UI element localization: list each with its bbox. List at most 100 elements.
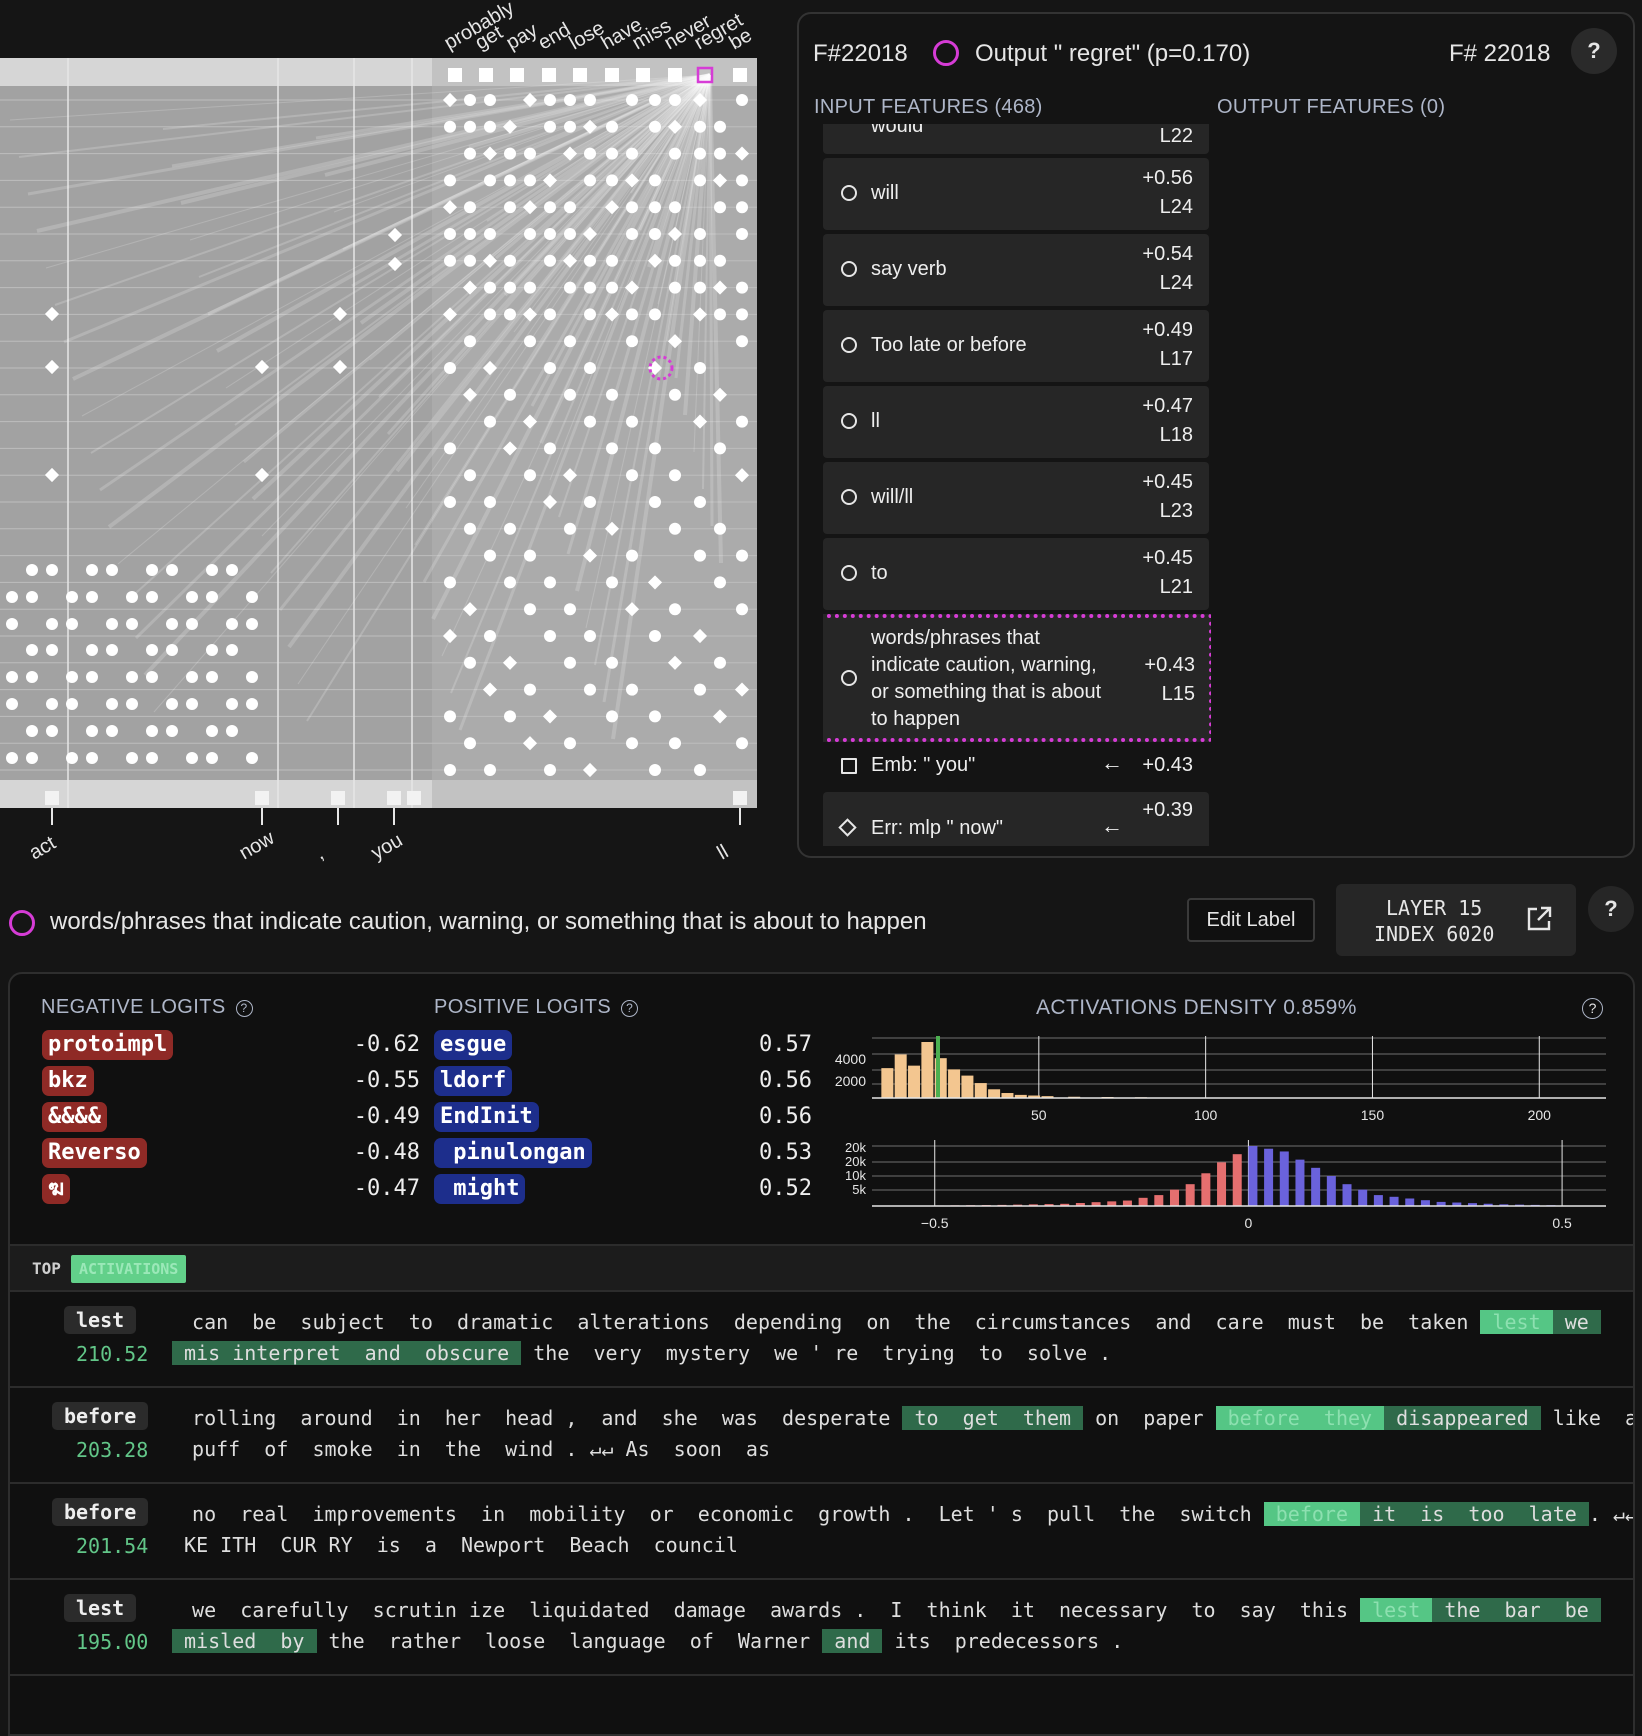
- feature-node: [166, 698, 178, 710]
- density-bar: [1217, 1162, 1227, 1206]
- feature-item[interactable]: will +0.56 L24: [823, 158, 1209, 230]
- input-features-list[interactable]: would L22 will +0.56 L24 say verb +0.54 …: [823, 124, 1211, 846]
- feature-node: [694, 281, 706, 294]
- feature-node: [46, 644, 58, 656]
- feature-node: [564, 201, 576, 214]
- density-histograms: 50 100 150 2004000200020k20k10k5k−0.5 0 0.5: [835, 1036, 1606, 1231]
- feature-node: [649, 228, 661, 240]
- feature-node: [626, 415, 638, 428]
- feature-node: [736, 308, 748, 321]
- feature-item[interactable]: say verb +0.54 L24: [823, 234, 1209, 306]
- feature-node: [649, 630, 661, 642]
- activation-example[interactable]: lest 195.00 we carefully scrutin ize liq…: [10, 1578, 1633, 1674]
- feature-item[interactable]: Emb: " you" ← +0.43: [823, 746, 1209, 786]
- feature-layer: L22: [1159, 125, 1193, 147]
- feature-node: [66, 752, 78, 764]
- feature-node: [484, 94, 496, 106]
- node-id-secondary: F# 22018: [1449, 40, 1551, 67]
- feature-description: words/phrases that indicate caution, war…: [50, 908, 927, 935]
- feature-item[interactable]: will/ll +0.45 L23: [823, 462, 1209, 534]
- attribution-graph[interactable]: probably get pay end lose have miss never regret…: [0, 0, 770, 870]
- output-node: [448, 68, 462, 82]
- density-bar: [961, 1075, 974, 1098]
- feature-node: [736, 737, 748, 750]
- feature-node: [186, 671, 198, 683]
- feature-node: [504, 388, 516, 401]
- feature-node: [714, 522, 726, 535]
- feature-node: [736, 415, 748, 428]
- density-bar: [1311, 1167, 1321, 1206]
- feature-node: [444, 442, 456, 455]
- feature-node: [524, 683, 536, 696]
- feature-node: [26, 564, 38, 576]
- feature-detail-panel: NEGATIVE LOGITS ? POSITIVE LOGITS ? prot…: [8, 972, 1635, 1736]
- help-button[interactable]: ?: [1571, 28, 1617, 74]
- feature-circle-icon: [9, 910, 35, 936]
- feature-node: [484, 228, 496, 240]
- feature-item[interactable]: to +0.45 L21: [823, 538, 1209, 610]
- feature-node: [26, 644, 38, 656]
- activation-example[interactable]: before 203.28 rolling around in her head…: [10, 1386, 1633, 1482]
- example-text: misled by the rather loose language of W…: [172, 1629, 1124, 1653]
- feature-item[interactable]: would L22: [823, 124, 1209, 154]
- activation-example[interactable]: lest 210.52 can be subject to dramatic a…: [10, 1290, 1633, 1386]
- example-score: 203.28: [76, 1438, 149, 1462]
- graph-canvas[interactable]: probablygetpayendlosehavemissneverregret…: [0, 0, 770, 870]
- layer-text: LAYER 15: [1386, 896, 1483, 920]
- feature-node: [186, 618, 198, 630]
- feature-node: [6, 752, 18, 764]
- feature-node: [606, 281, 618, 294]
- feature-node: [694, 228, 706, 240]
- feature-node: [714, 201, 726, 214]
- feature-node: [714, 120, 726, 133]
- feature-node: [649, 496, 661, 508]
- feature-node: [166, 564, 178, 576]
- feature-node: [649, 764, 661, 776]
- node-id: F#22018: [813, 40, 908, 67]
- feature-node: [714, 147, 726, 160]
- feature-item[interactable]: Too late or before +0.49 L17: [823, 310, 1209, 382]
- external-link-icon: [1527, 906, 1552, 931]
- feature-node: [524, 174, 536, 187]
- feature-item-selected[interactable]: words/phrases that indicate caution, war…: [823, 614, 1211, 742]
- feature-node: [669, 94, 681, 106]
- feature-item[interactable]: ll +0.47 L18: [823, 386, 1209, 458]
- feature-node: [626, 549, 638, 562]
- feature-item[interactable]: Err: mlp " now" ← +0.39: [823, 792, 1209, 846]
- feature-node: [736, 335, 748, 348]
- feature-node: [714, 442, 726, 455]
- feature-node: [606, 656, 618, 669]
- feature-node: [606, 710, 618, 723]
- feature-node: [524, 549, 536, 562]
- feature-node: [26, 591, 38, 603]
- density-bar: [1342, 1184, 1352, 1206]
- feature-label-line: to happen: [871, 708, 960, 730]
- feature-node: [669, 603, 681, 616]
- feature-node: [626, 228, 638, 240]
- layer-index-link[interactable]: LAYER 15 INDEX 6020: [1336, 884, 1576, 956]
- feature-node: [504, 522, 516, 535]
- feature-node: [484, 549, 496, 562]
- help-button[interactable]: ?: [1588, 886, 1634, 932]
- example-score: 195.00: [76, 1630, 149, 1654]
- embedding-node: [407, 791, 421, 805]
- feature-value: +0.54: [1142, 243, 1193, 265]
- edit-label-button[interactable]: Edit Label: [1187, 898, 1315, 942]
- feature-node: [544, 630, 556, 642]
- circle-icon: [841, 413, 857, 429]
- density-bar: [1138, 1197, 1148, 1206]
- feature-node: [736, 94, 748, 106]
- feature-node: [166, 618, 178, 630]
- feature-node: [106, 644, 118, 656]
- feature-node: [146, 671, 158, 683]
- input-token-label: ll: [714, 841, 733, 864]
- node-title: Output " regret" (p=0.170): [975, 40, 1251, 67]
- output-features-header: OUTPUT FEATURES (0): [1217, 96, 1446, 118]
- feature-node: [694, 764, 706, 776]
- feature-node: [544, 120, 556, 133]
- feature-node: [736, 281, 748, 294]
- density-bar: [1373, 1195, 1383, 1206]
- feature-node: [26, 725, 38, 737]
- activation-example[interactable]: before 201.54 no real improvements in mo…: [10, 1482, 1633, 1578]
- density-marker: [936, 1036, 940, 1098]
